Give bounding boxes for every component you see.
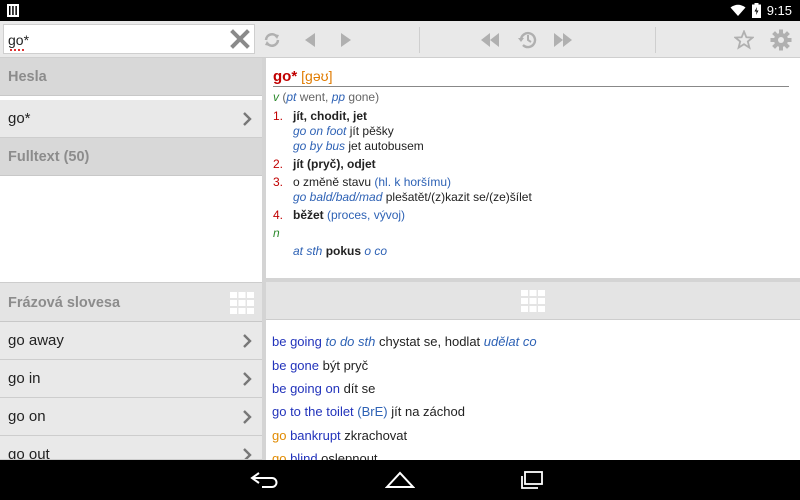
forward-arrow-icon [341,32,351,47]
phrasal-item-go-on[interactable]: go on [0,398,262,436]
left-panel: Hesla go* Fulltext (50) Frázová slovesa … [0,58,262,460]
history-back-icon [481,32,499,47]
pp-label: pp [331,90,346,104]
back-icon[interactable] [250,472,280,488]
chevron-right-icon [243,410,252,424]
grid-icon[interactable] [521,290,545,312]
history-forward-button[interactable] [548,21,578,58]
notification-icon [7,4,19,17]
pt-label: pt [286,90,297,104]
list-item[interactable]: go to the toilet (BrE) jít na záchod [272,404,465,419]
settings-button[interactable] [767,21,795,58]
example-go-by-bus[interactable]: go by bus jet autobusem [293,139,424,153]
phrasal-item-go-out[interactable]: go out [0,436,262,460]
sense-3: 3. o změně stavu (hl. k horšímu) [273,175,452,189]
search-input[interactable] [8,30,226,50]
grid-icon[interactable] [230,292,254,314]
toolbar-separator [419,27,420,53]
toolbar-separator [655,27,656,53]
headwords-header: Hesla [0,58,262,96]
navigation-bar [0,460,800,500]
sense-1: 1. jít, chodit, jet [273,109,367,123]
history-icon [518,31,537,48]
back-arrow-icon [305,32,315,47]
history-back-button[interactable] [476,21,504,58]
list-item[interactable]: be going on dít se [272,381,375,396]
battery-icon [751,3,761,18]
example-go-bald[interactable]: go bald/bad/mad plešatět/(z)kazit se/(ze… [293,190,532,204]
pronunciation: [gəʊ] [301,68,333,84]
headword-item[interactable]: go* [0,100,262,138]
search-box[interactable] [3,24,255,54]
forward-button[interactable] [332,21,360,58]
noun-pos: n [273,226,280,240]
wifi-icon [730,4,746,16]
phrasal-verbs-header: Frázová slovesa [0,282,262,322]
recent-apps-icon[interactable] [520,471,544,489]
phrasal-verbs-title: Frázová slovesa [8,295,121,311]
favorite-button[interactable] [730,21,758,58]
verb-forms: v (pt went, pp gone) [273,90,380,104]
headword-item-label: go* [8,110,31,127]
swap-icon [264,32,280,47]
phrasal-item-go-in[interactable]: go in [0,360,262,398]
clear-icon[interactable] [230,29,250,49]
fulltext-header[interactable]: Fulltext (50) [0,138,262,176]
example-go-on-foot[interactable]: go on foot jít pěšky [293,124,394,138]
phrasal-item-go-away[interactable]: go away [0,322,262,360]
headword: go* [273,68,298,85]
list-item-label: go in [8,370,41,387]
chevron-right-icon [243,448,252,459]
chevron-right-icon [243,112,252,126]
list-item-label: go out [8,446,50,460]
chevron-right-icon [243,334,252,348]
list-item-label: go on [8,408,46,425]
star-icon [734,29,754,50]
pos-label: v [273,90,279,104]
spellcheck-underline [10,49,24,51]
entry-headline: go* [gəʊ] [273,68,789,87]
sense-4: 4. běžet (proces, vývoj) [273,208,406,222]
home-icon[interactable] [385,471,415,489]
chevron-right-icon [243,372,252,386]
list-item[interactable]: be going to do sth chystat se, hodlat ud… [272,334,537,349]
phrases-header [266,282,800,320]
phrases-list: be going to do sth chystat se, hodlat ud… [266,320,800,466]
history-forward-icon [554,32,572,47]
list-item[interactable]: go bankrupt zkrachovat [272,428,407,443]
list-item[interactable]: be gone být pryč [272,358,368,373]
status-bar: 9:15 [0,0,800,21]
clock: 9:15 [766,3,792,18]
swap-button[interactable] [258,21,286,58]
history-button[interactable] [514,21,542,58]
sense-2: 2. jít (pryč), odjet [273,157,376,171]
list-item-label: go away [8,332,64,349]
settings-icon [770,29,792,50]
noun-example[interactable]: at sth pokus o co [293,244,387,258]
entry-panel: go* [gəʊ] v (pt went, pp gone) 1. jít, cho… [266,58,800,278]
toolbar [0,21,800,58]
back-button[interactable] [296,21,324,58]
